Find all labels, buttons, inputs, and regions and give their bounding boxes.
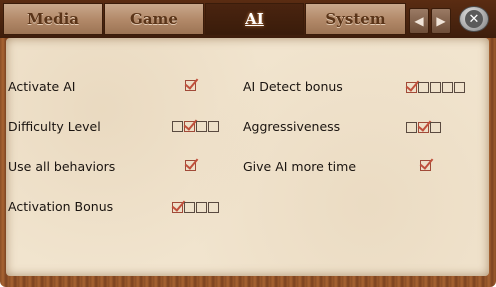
activation-bonus-label: Activation Bonus [8,199,114,214]
aggressiveness-checkboxes [406,122,441,133]
option-checkbox[interactable] [418,122,429,133]
option-checkbox[interactable] [185,160,196,171]
ai-detect-bonus-checkboxes [406,82,465,93]
difficulty-level-checkboxes [172,121,219,132]
prev-tab-button[interactable]: ◀ [409,8,429,34]
option-checkbox[interactable] [442,82,453,93]
option-checkbox[interactable] [406,82,417,93]
option-checkbox[interactable] [184,202,195,213]
tab-ai-label: AI [245,10,264,28]
activate-ai-label: Activate AI [8,79,76,94]
tab-media-label: Media [26,10,80,28]
option-checkbox[interactable] [208,202,219,213]
option-checkbox[interactable] [208,121,219,132]
aggressiveness-label: Aggressiveness [243,119,341,134]
use-all-behaviors-label: Use all behaviors [8,159,116,174]
option-checkbox[interactable] [196,121,207,132]
tab-bar: Media Game AI System ◀ ▶ ✕ [0,0,496,38]
option-checkbox[interactable] [406,122,417,133]
option-checkbox[interactable] [418,82,429,93]
arrow-left-icon: ◀ [414,14,424,28]
arrow-right-icon: ▶ [436,14,446,28]
tab-game[interactable]: Game [104,3,204,35]
close-button[interactable]: ✕ [459,6,489,32]
tab-system[interactable]: System [305,3,406,35]
tab-game-label: Game [130,10,178,28]
option-checkbox[interactable] [172,121,183,132]
tab-media[interactable]: Media [3,3,103,35]
ai-detect-bonus-label: AI Detect bonus [243,79,343,94]
option-checkbox[interactable] [172,202,183,213]
option-checkbox[interactable] [184,121,195,132]
give-ai-more-time-checkboxes [420,160,431,171]
difficulty-level-label: Difficulty Level [8,119,101,134]
option-checkbox[interactable] [196,202,207,213]
option-checkbox[interactable] [454,82,465,93]
tab-system-label: System [325,10,386,28]
close-icon: ✕ [465,10,483,28]
option-checkbox[interactable] [420,160,431,171]
tab-ai[interactable]: AI [205,3,304,35]
option-checkbox[interactable] [185,80,196,91]
activate-ai-checkboxes [185,80,196,91]
activation-bonus-checkboxes [172,202,219,213]
settings-panel: Activate AI Difficulty Level Use all beh… [6,38,489,276]
give-ai-more-time-label: Give AI more time [243,159,357,174]
option-checkbox[interactable] [430,82,441,93]
next-tab-button[interactable]: ▶ [431,8,451,34]
option-checkbox[interactable] [430,122,441,133]
use-all-behaviors-checkboxes [185,160,196,171]
